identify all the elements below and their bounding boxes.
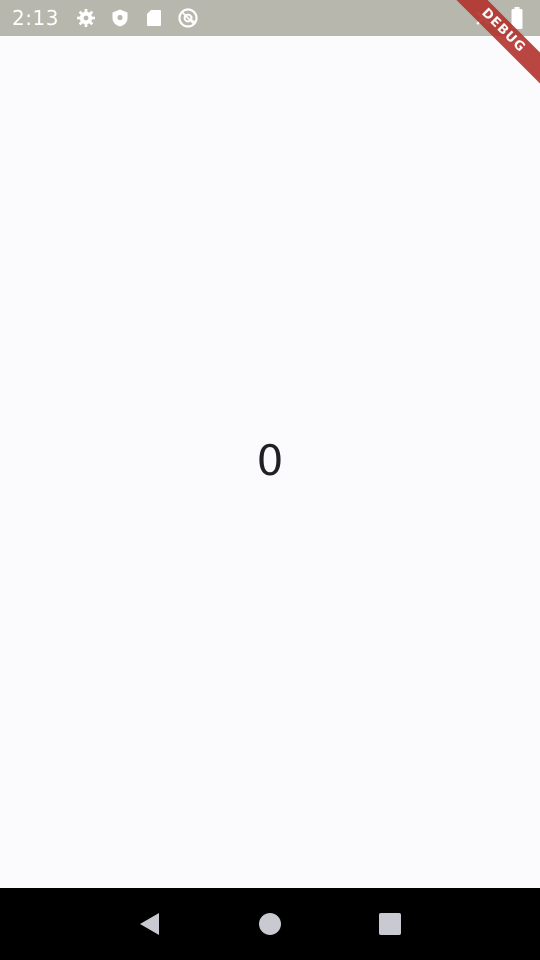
sd-card-icon	[143, 7, 165, 29]
shield-icon	[109, 7, 131, 29]
status-time: 2:13	[12, 6, 59, 30]
back-button[interactable]	[128, 902, 172, 946]
navigation-bar	[0, 888, 540, 960]
recents-icon	[379, 913, 401, 935]
app-screen: 2:13 DEBUG 0	[0, 0, 540, 960]
settings-icon	[75, 7, 97, 29]
battery-icon	[506, 7, 528, 29]
status-bar: 2:13	[0, 0, 540, 36]
home-button[interactable]	[248, 902, 292, 946]
at-sign-icon	[177, 7, 199, 29]
home-icon	[259, 913, 281, 935]
recents-button[interactable]	[368, 902, 412, 946]
main-content: 0	[0, 36, 540, 888]
back-icon	[140, 913, 159, 935]
status-icons	[75, 7, 199, 29]
status-right-icons	[472, 0, 528, 36]
signal-icon	[472, 7, 494, 29]
counter-value: 0	[256, 435, 284, 485]
